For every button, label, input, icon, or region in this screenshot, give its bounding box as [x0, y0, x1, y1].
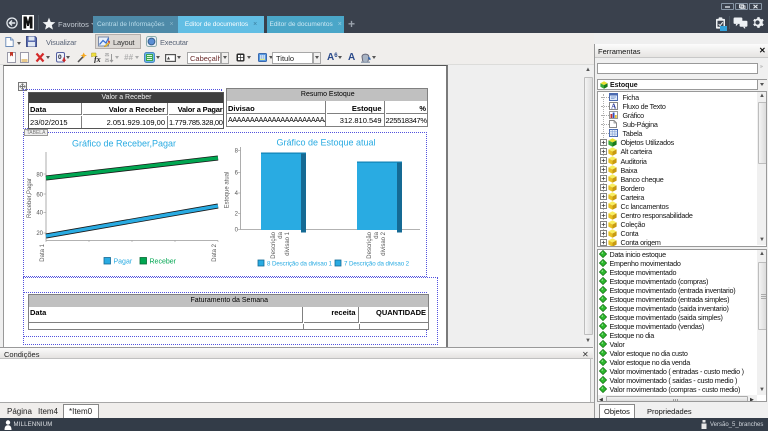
svg-text:Receber: Receber — [150, 259, 177, 266]
svg-text:Descrição: Descrição — [271, 231, 277, 258]
svg-text:da: da — [278, 231, 284, 238]
svg-text:80: 80 — [36, 173, 43, 179]
svg-text:divisao 1: divisao 1 — [285, 231, 291, 255]
svg-text:8: 8 — [235, 149, 239, 155]
svg-text:da: da — [374, 231, 380, 238]
svg-text:Data 1: Data 1 — [40, 243, 46, 261]
svg-text:6: 6 — [235, 171, 239, 177]
svg-text:8 Descrição da divisao 1: 8 Descrição da divisao 1 — [267, 261, 333, 268]
svg-text:7 Descrição da divisao 2: 7 Descrição da divisao 2 — [344, 261, 410, 268]
svg-text:Estoque atual: Estoque atual — [225, 172, 231, 209]
svg-text:Descrição: Descrição — [367, 231, 373, 258]
svg-text:20: 20 — [36, 231, 43, 237]
svg-text:Gráfico de Receber,Pagar: Gráfico de Receber,Pagar — [72, 139, 176, 149]
svg-text:Pagar: Pagar — [114, 259, 133, 266]
svg-text:Gráfico de Estoque atual: Gráfico de Estoque atual — [276, 138, 375, 148]
svg-text:60: 60 — [36, 193, 43, 199]
svg-text:40: 40 — [36, 211, 43, 217]
svg-text:Receber,Pagar: Receber,Pagar — [27, 178, 33, 218]
svg-text:divisao 2: divisao 2 — [381, 231, 387, 255]
svg-text:0: 0 — [235, 228, 239, 234]
svg-text:A: A — [611, 103, 616, 111]
svg-text:fx: fx — [94, 55, 101, 63]
svg-text:4: 4 — [235, 191, 239, 197]
svg-text:2: 2 — [235, 212, 239, 218]
svg-text:Data 2: Data 2 — [212, 243, 218, 261]
svg-text:0: 0 — [58, 54, 62, 61]
